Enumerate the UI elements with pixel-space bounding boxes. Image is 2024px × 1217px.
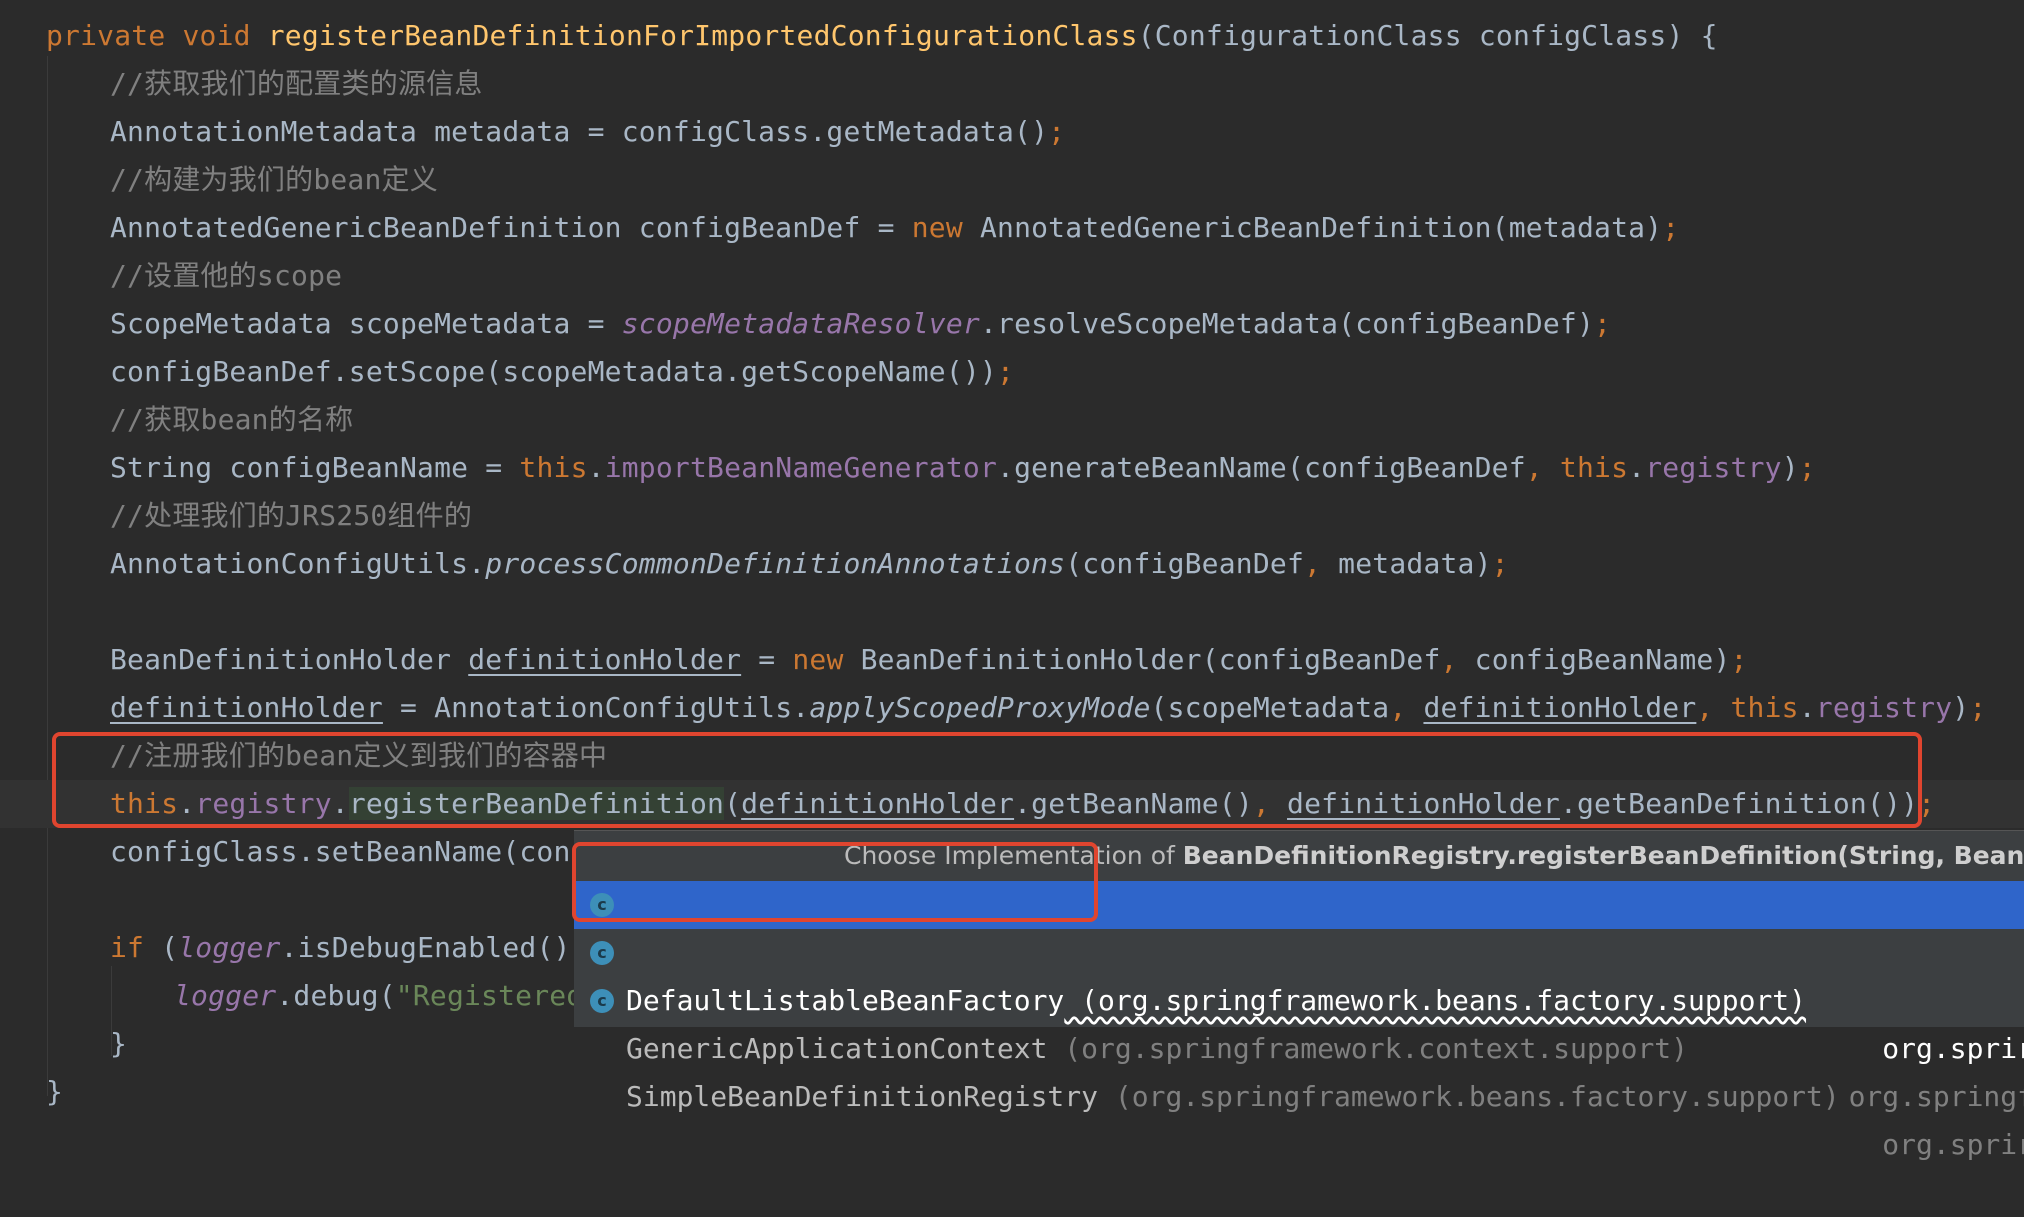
code-text: .isDebugEnabled()): [280, 931, 588, 964]
code-text: metadata): [1321, 547, 1492, 580]
code-comment[interactable]: //获取我们的配置类的源信息: [110, 60, 483, 108]
code-line-1[interactable]: private void registerBeanDefinitionForIm…: [46, 12, 1718, 60]
field: registry: [1645, 451, 1782, 484]
code-text: .generateBeanName(configBeanDef: [997, 451, 1526, 484]
code-line-3[interactable]: AnnotationMetadata metadata = configClas…: [110, 108, 1065, 156]
semicolon: ;: [1798, 451, 1816, 484]
class-icon: c: [590, 989, 614, 1013]
code-line-15[interactable]: definitionHolder = AnnotationConfigUtils…: [110, 684, 1986, 732]
field: importBeanNameGenerator: [604, 451, 998, 484]
implementation-item-genericapplicationcontext[interactable]: c GenericApplicationContext (org.springf…: [574, 929, 2024, 1113]
static-field: scopeMetadataResolver: [621, 307, 980, 340]
comma: ,: [1389, 691, 1407, 724]
string-literal: "Registered: [395, 979, 584, 1012]
keyword: this: [1559, 451, 1629, 484]
code-text: AnnotationMetadata metadata = configClas…: [110, 115, 1049, 148]
keyword: private void: [46, 19, 268, 52]
method-name: registerBeanDefinitionForImportedConfigu…: [267, 19, 1138, 52]
code-line-23[interactable]: }: [46, 1068, 63, 1116]
code-line-7[interactable]: ScopeMetadata scopeMetadata = scopeMetad…: [110, 300, 1611, 348]
code-line-5[interactable]: AnnotatedGenericBeanDefinition configBea…: [110, 204, 1679, 252]
code-line-22[interactable]: }: [110, 1020, 127, 1068]
semicolon: ;: [997, 355, 1015, 388]
static-field: logger: [178, 931, 281, 964]
item-location: org.sprir: [1882, 1128, 2024, 1161]
code-line-20[interactable]: if (logger.isDebugEnabled()): [110, 924, 588, 972]
package-name: (org.springframework.beans.factory.suppo…: [1098, 1080, 1840, 1113]
code-line-8[interactable]: configBeanDef.setScope(scopeMetadata.get…: [110, 348, 1014, 396]
code-text: (: [144, 931, 179, 964]
popup-title-signature: BeanDefinitionRegistry.registerBeanDefin…: [1182, 841, 2024, 870]
code-text: (configBeanDef: [1065, 547, 1305, 580]
class-icon: c: [590, 941, 614, 965]
code-comment[interactable]: //设置他的scope: [110, 252, 342, 300]
code-text: =: [741, 643, 793, 676]
class-name: SimpleBeanDefinitionRegistry: [626, 1080, 1099, 1113]
code-text: configBeanDef.setScope(scopeMetadata.get…: [110, 355, 997, 388]
item-location: org.springf: [1848, 1080, 2024, 1113]
code-comment[interactable]: //处理我们的JRS250组件的: [110, 492, 472, 540]
code-text: (scopeMetadata: [1150, 691, 1390, 724]
comma: ,: [1525, 451, 1543, 484]
static-method: processCommonDefinitionAnnotations: [485, 547, 1066, 580]
keyword: this: [1730, 691, 1799, 724]
annotation-box-selected-implementation: [572, 842, 1098, 922]
semicolon: ;: [1969, 691, 1987, 724]
semicolon: ;: [1594, 307, 1612, 340]
code-text: (ConfigurationClass configClass) {: [1137, 19, 1718, 52]
field: registry: [1815, 691, 1953, 724]
code-text: .debug(: [276, 979, 396, 1012]
indent-guide: [47, 56, 48, 1096]
implementation-item-simplebeandefinitionregistry[interactable]: c SimpleBeanDefinitionRegistry (org.spri…: [574, 977, 2024, 1161]
code-text: .resolveScopeMetadata(configBeanDef): [979, 307, 1595, 340]
code-text: .: [1798, 691, 1816, 724]
semicolon: ;: [1491, 547, 1509, 580]
code-text: configBeanName): [1457, 643, 1731, 676]
code-text: .: [587, 451, 605, 484]
code-text: = AnnotationConfigUtils.: [382, 691, 810, 724]
code-text: BeanDefinitionHolder(configBeanDef: [843, 643, 1441, 676]
code-text: BeanDefinitionHolder: [110, 643, 469, 676]
code-text: .: [1628, 451, 1646, 484]
comma: ,: [1304, 547, 1322, 580]
code-text: AnnotatedGenericBeanDefinition configBea…: [110, 211, 912, 244]
static-field: logger: [174, 979, 277, 1012]
code-line-18[interactable]: configClass.setBeanName(confi: [110, 828, 605, 876]
code-line-14[interactable]: BeanDefinitionHolder definitionHolder = …: [110, 636, 1748, 684]
code-line-12[interactable]: AnnotationConfigUtils.processCommonDefin…: [110, 540, 1509, 588]
item-location: org.sprir: [1882, 1032, 2024, 1065]
annotation-box-registration-code: [52, 732, 1922, 828]
semicolon: ;: [1730, 643, 1748, 676]
code-text: ScopeMetadata scopeMetadata =: [110, 307, 622, 340]
keyword: if: [110, 931, 145, 964]
package-name: (org.springframework.context.support): [1047, 1032, 1689, 1065]
static-method: applyScopedProxyMode: [809, 691, 1151, 724]
code-text: String configBeanName =: [110, 451, 520, 484]
reassigned-variable: definitionHolder: [110, 691, 383, 724]
keyword: new: [911, 211, 963, 244]
code-comment[interactable]: //获取bean的名称: [110, 396, 353, 444]
semicolon: ;: [1662, 211, 1680, 244]
code-text: ): [1952, 691, 1970, 724]
code-comment[interactable]: //构建为我们的bean定义: [110, 156, 438, 204]
code-line-21[interactable]: logger.debug("Registered: [174, 972, 583, 1020]
code-text: ): [1781, 451, 1799, 484]
reassigned-variable: definitionHolder: [1423, 691, 1697, 724]
code-line-10[interactable]: String configBeanName = this.importBeanN…: [110, 444, 1816, 492]
reassigned-variable: definitionHolder: [468, 643, 742, 676]
keyword: this: [519, 451, 588, 484]
code-text: AnnotatedGenericBeanDefinition(metadata): [962, 211, 1663, 244]
comma: ,: [1696, 691, 1714, 724]
code-text: AnnotationConfigUtils.: [110, 547, 486, 580]
semicolon: ;: [1048, 115, 1066, 148]
class-name: GenericApplicationContext: [626, 1032, 1048, 1065]
comma: ,: [1440, 643, 1458, 676]
keyword: new: [792, 643, 844, 676]
